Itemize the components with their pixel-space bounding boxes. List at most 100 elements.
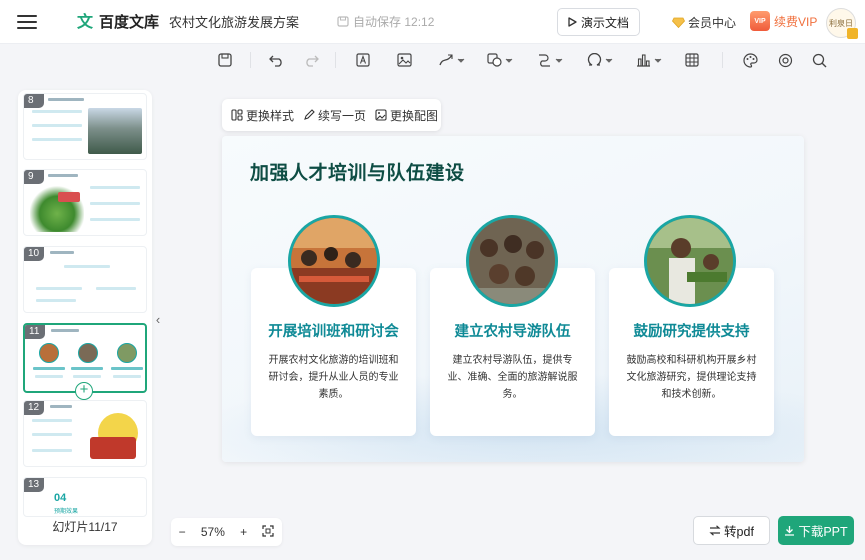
thumb-title-line: [48, 98, 84, 101]
slide-number: 13: [24, 478, 44, 492]
thumb-text-line: [32, 110, 82, 113]
symbol-icon[interactable]: [587, 50, 613, 70]
slides-panel: 8 9 10 11 + 12 13 04 预期效果 幻灯片11/17: [18, 90, 152, 545]
editor-toolbar: [0, 46, 865, 74]
settings-icon[interactable]: [778, 50, 793, 70]
autosave-status: 自动保存 12:12: [337, 13, 434, 30]
pen-write-icon: [304, 109, 315, 120]
thumb-text-line: [32, 433, 72, 436]
zoom-in-button[interactable]: +: [240, 525, 247, 539]
slide-thumbnail-8[interactable]: 8: [23, 93, 147, 160]
thumb-text-line: [36, 287, 82, 290]
text-box-icon[interactable]: [356, 50, 370, 70]
collapse-panel-icon[interactable]: ‹: [152, 306, 164, 332]
vip-gift-icon: VIP: [750, 11, 770, 31]
download-ppt-button[interactable]: 下载PPT: [778, 516, 854, 545]
thumb-title-line: [51, 329, 79, 332]
thumb-text-line: [111, 367, 143, 370]
present-label: 演示文档: [581, 15, 630, 30]
slide-title[interactable]: 加强人才培训与队伍建设: [250, 158, 465, 185]
user-avatar[interactable]: 利泉日: [826, 8, 858, 39]
chart-icon[interactable]: [636, 50, 662, 70]
pen-icon[interactable]: [438, 50, 465, 70]
add-slide-button[interactable]: +: [75, 382, 93, 400]
redo-icon[interactable]: [304, 50, 319, 70]
renew-vip-link[interactable]: VIP 续费VIP: [750, 11, 817, 31]
photo-training-class[interactable]: [288, 215, 380, 307]
table-icon[interactable]: [685, 50, 699, 70]
download-ppt-label: 下载PPT: [798, 525, 848, 539]
thumb-text-line: [36, 299, 76, 302]
save-icon[interactable]: [218, 50, 232, 70]
play-icon: [568, 17, 577, 27]
slide-number: 9: [24, 170, 44, 184]
thumb-banner: [58, 192, 80, 202]
thumb-photo: [117, 343, 137, 363]
slide-thumbnail-13[interactable]: 13 04 预期效果: [23, 477, 147, 517]
document-title[interactable]: 农村文化旅游发展方案: [169, 12, 299, 31]
chevron-down-icon: [605, 58, 613, 63]
avatar-text: 利泉日: [829, 18, 853, 28]
chevron-down-icon: [654, 58, 662, 63]
change-style-label: 更换样式: [246, 108, 295, 123]
shape-icon[interactable]: [487, 50, 513, 70]
image-icon[interactable]: [397, 50, 412, 70]
thumb-text-line: [90, 218, 140, 221]
connector-icon[interactable]: [537, 50, 563, 70]
continue-page-button[interactable]: 续写一页: [303, 107, 366, 124]
card-title: 建立农村导游队伍: [454, 324, 571, 340]
undo-icon[interactable]: [269, 50, 284, 70]
chevron-down-icon: [457, 58, 465, 63]
thumb-text-line: [32, 138, 82, 141]
slide-context-toolbar: 更换样式 续写一页 更换配图: [222, 99, 441, 131]
thumb-text-line: [32, 124, 82, 127]
change-style-button[interactable]: 更换样式: [231, 107, 294, 124]
fit-screen-icon[interactable]: [262, 524, 274, 540]
slide-canvas[interactable]: 加强人才培训与队伍建设 开展培训班和研讨会 开展农村文化旅游的培训班和研讨会，提…: [222, 136, 804, 462]
thumb-section-title: 预期效果: [54, 509, 79, 515]
slide-thumbnail-10[interactable]: 10: [23, 246, 147, 313]
slide-thumbnail-9[interactable]: 9: [23, 169, 147, 236]
toolbar-divider: [335, 52, 336, 68]
zoom-control: − 57% +: [171, 518, 282, 546]
change-image-button[interactable]: 更换配图: [375, 107, 438, 124]
slide-counter: 幻灯片11/17: [52, 520, 118, 534]
palette-icon[interactable]: [743, 50, 758, 70]
member-center-link[interactable]: 会员中心: [672, 14, 736, 31]
present-button[interactable]: 演示文档: [557, 8, 641, 36]
photo-tour-guides[interactable]: [466, 215, 558, 307]
menu-icon[interactable]: [17, 14, 37, 29]
thumb-text-line: [113, 375, 141, 378]
thumb-photo: [78, 343, 98, 363]
search-icon[interactable]: [812, 50, 827, 70]
thumb-photo: [39, 343, 59, 363]
photo-research-support[interactable]: [644, 215, 736, 307]
wenku-logo-icon: 文: [77, 11, 94, 31]
logo[interactable]: 文 百度文库: [77, 11, 159, 32]
convert-pdf-button[interactable]: 转pdf: [693, 516, 770, 545]
download-icon: [785, 526, 795, 536]
top-bar: 文 百度文库 农村文化旅游发展方案 自动保存 12:12 演示文档 会员中心 V…: [0, 0, 865, 44]
card-description: 建立农村导游队伍，提供专业、准确、全面的旅游解说服务。: [447, 355, 578, 400]
thumb-text-line: [73, 375, 101, 378]
slide-thumbnail-12[interactable]: 12: [23, 400, 147, 467]
toolbar-divider: [250, 52, 251, 68]
slide-number: 12: [24, 401, 44, 415]
continue-page-label: 续写一页: [318, 108, 367, 123]
slide-number: 10: [24, 247, 44, 261]
card-title: 鼓励研究提供支持: [633, 324, 750, 340]
zoom-out-button[interactable]: −: [179, 525, 186, 539]
vip-crown-icon: [847, 28, 858, 39]
logo-text: 百度文库: [99, 14, 160, 31]
thumb-text-line: [71, 367, 103, 370]
card-description: 开展农村文化旅游的培训班和研讨会，提升从业人员的专业素质。: [268, 355, 399, 400]
thumb-text-line: [35, 375, 63, 378]
thumb-title-line: [48, 174, 78, 177]
zoom-value[interactable]: 57%: [201, 525, 225, 539]
thumb-text-line: [64, 265, 110, 268]
thumb-text-line: [96, 287, 136, 290]
vip-label: 续费VIP: [774, 14, 818, 29]
thumb-title-line: [50, 405, 72, 408]
vip-badge-text: VIP: [754, 17, 766, 25]
slide-number: 8: [24, 94, 44, 108]
